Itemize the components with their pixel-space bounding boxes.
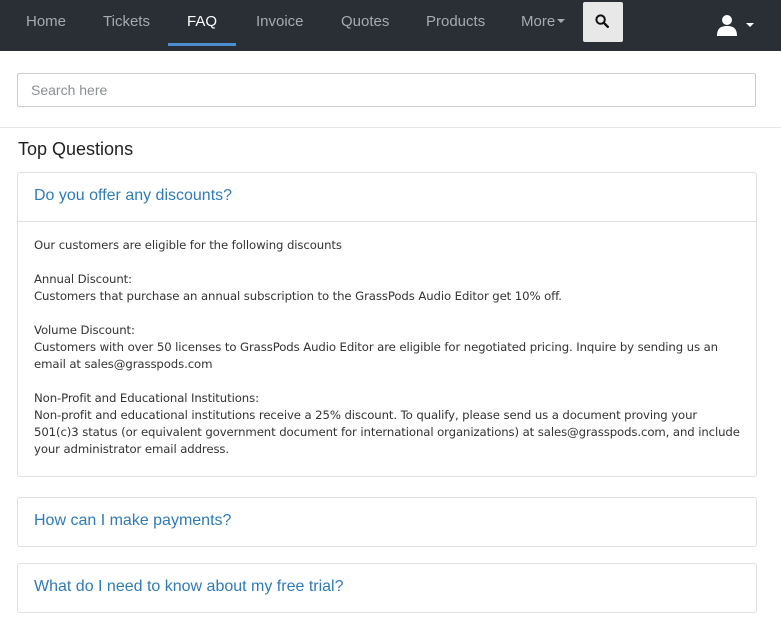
volume-discount-text: Customers with over 50 licenses to Grass…	[34, 340, 718, 371]
faq-panel-free-trial: What do I need to know about my free tri…	[17, 563, 757, 613]
section-title: Top Questions	[18, 139, 134, 159]
faq-answer-discounts: Our customers are eligible for the follo…	[18, 221, 756, 474]
nav-products[interactable]: Products	[426, 0, 485, 47]
nonprofit-discount-heading: Non-Profit and Educational Institutions:	[34, 391, 259, 405]
nav-active-indicator	[168, 43, 236, 46]
faq-search-input[interactable]	[17, 73, 756, 107]
caret-down-icon	[557, 19, 566, 24]
faq-panel-discounts: Do you offer any discounts? Our customer…	[17, 172, 757, 477]
top-navbar: Home Tickets FAQ Invoice Quotes Products…	[0, 0, 781, 51]
nav-invoice[interactable]: Invoice	[256, 0, 304, 47]
nav-tickets[interactable]: Tickets	[103, 0, 150, 47]
faq-question-free-trial[interactable]: What do I need to know about my free tri…	[18, 564, 756, 612]
search-icon	[595, 14, 609, 28]
user-menu-button[interactable]	[716, 13, 756, 39]
nav-faq[interactable]: FAQ	[187, 0, 217, 47]
nav-more-dropdown[interactable]: More	[521, 0, 566, 47]
nav-more-label: More	[521, 13, 556, 30]
faq-question-discounts[interactable]: Do you offer any discounts?	[18, 173, 756, 221]
annual-discount-text: Customers that purchase an annual subscr…	[34, 289, 562, 303]
search-button[interactable]	[583, 2, 623, 42]
faq-question-payments[interactable]: How can I make payments?	[18, 498, 756, 546]
caret-down-icon	[746, 23, 754, 27]
user-icon	[717, 15, 737, 36]
nav-home[interactable]: Home	[26, 0, 66, 47]
nav-quotes[interactable]: Quotes	[341, 0, 389, 47]
section-divider	[0, 127, 781, 128]
volume-discount-heading: Volume Discount:	[34, 323, 135, 337]
nonprofit-discount-text: Non-profit and educational institutions …	[34, 408, 740, 456]
annual-discount-heading: Annual Discount:	[34, 272, 132, 286]
faq-panel-payments: How can I make payments?	[17, 497, 757, 547]
answer-intro: Our customers are eligible for the follo…	[34, 238, 342, 252]
